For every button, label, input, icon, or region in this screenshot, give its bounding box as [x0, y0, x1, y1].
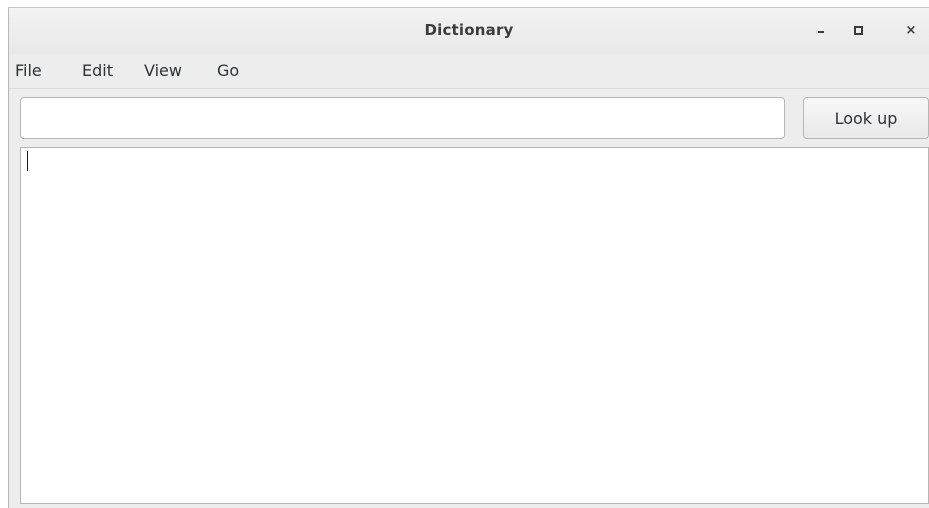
menu-go[interactable]: Go	[217, 61, 239, 80]
maximize-button[interactable]	[846, 18, 870, 42]
minimize-button[interactable]	[809, 18, 833, 42]
maximize-icon	[853, 25, 863, 35]
minimize-icon	[818, 31, 824, 33]
window-title: Dictionary	[424, 21, 514, 39]
menu-edit[interactable]: Edit	[82, 61, 113, 80]
search-input[interactable]	[20, 97, 785, 139]
definition-text-area[interactable]	[20, 147, 929, 504]
close-button[interactable]: ×	[899, 18, 923, 42]
title-bar[interactable]: Dictionary ×	[9, 8, 929, 54]
text-cursor	[27, 151, 28, 171]
menu-view[interactable]: View	[144, 61, 182, 80]
menu-file[interactable]: File	[15, 61, 42, 80]
look-up-button[interactable]: Look up	[803, 97, 929, 139]
close-icon: ×	[905, 22, 917, 38]
dictionary-window: Dictionary × File Edit View Go Look up	[8, 7, 929, 508]
menu-bar: File Edit View Go	[9, 54, 929, 89]
